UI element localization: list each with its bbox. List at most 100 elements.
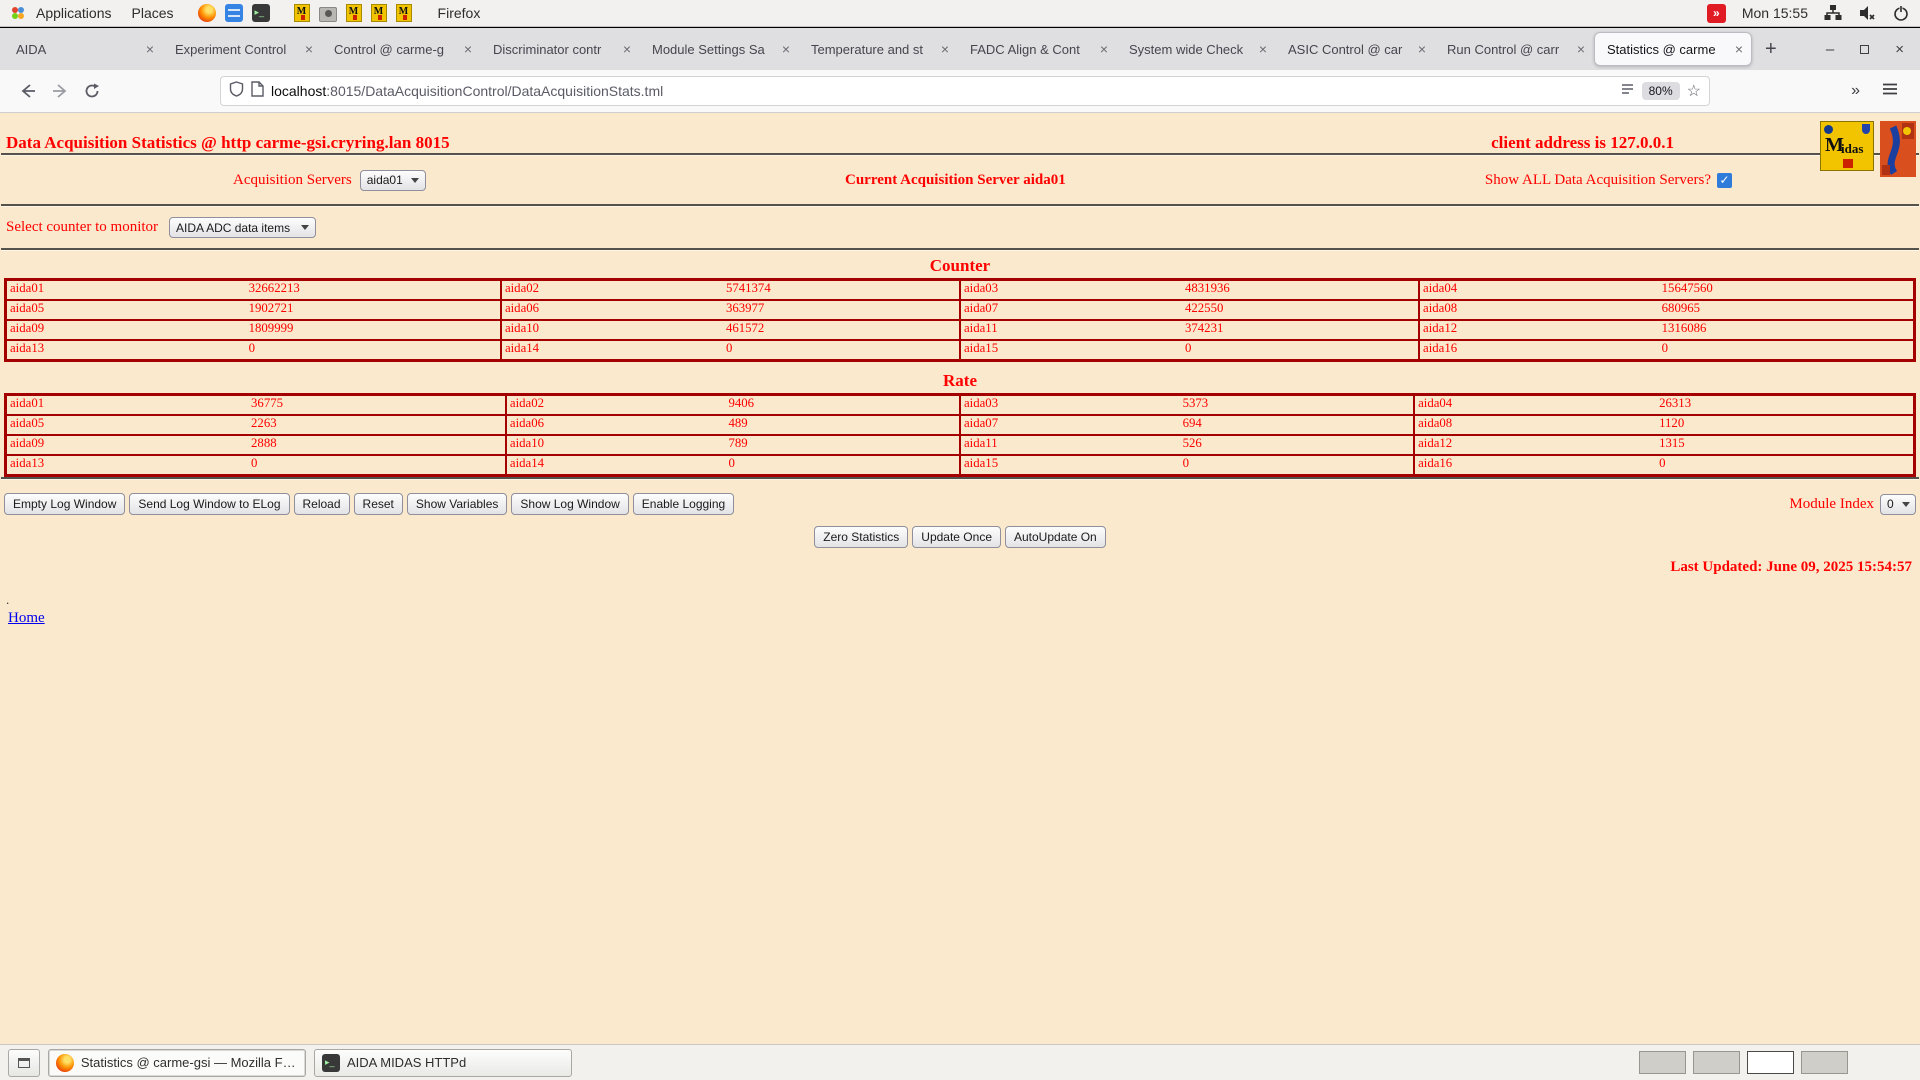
chevron-down-icon (1902, 502, 1910, 507)
url-text[interactable]: localhost:8015/DataAcquisitionControl/Da… (271, 83, 1613, 99)
browser-tab[interactable]: AIDA× (4, 32, 162, 66)
minimize-button[interactable]: – (1826, 41, 1834, 58)
tab-close-icon[interactable]: × (140, 41, 154, 57)
table-row: aida092888aida10789aida11526aida121315 (6, 435, 1915, 455)
rate-table: aida0136775aida029406aida035373aida04263… (4, 393, 1916, 477)
tab-close-icon[interactable]: × (458, 41, 472, 57)
tab-close-icon[interactable]: × (776, 41, 790, 57)
tab-close-icon[interactable]: × (1094, 41, 1108, 57)
browser-tab[interactable]: Statistics @ carme× (1594, 32, 1752, 66)
server-name: aida08 (1423, 301, 1662, 315)
tab-title: Run Control @ carr (1447, 42, 1571, 57)
workspace-4[interactable] (1801, 1051, 1848, 1074)
log-button-group: Empty Log WindowSend Log Window to ELogR… (4, 493, 734, 515)
terminal-icon[interactable]: ▸_ (252, 4, 270, 22)
server-cell: aida10789 (506, 435, 960, 455)
autoupdate-on-button[interactable]: AutoUpdate On (1005, 526, 1106, 548)
reload-button[interactable]: Reload (294, 493, 350, 515)
browser-tab[interactable]: Discriminator contr× (481, 32, 639, 66)
browser-tab[interactable]: ASIC Control @ car× (1276, 32, 1434, 66)
midas-launcher-icon[interactable]: M (396, 4, 412, 22)
site-info-icon[interactable] (251, 81, 264, 102)
server-value: 0 (726, 341, 947, 355)
server-name: aida09 (10, 321, 249, 335)
show-log-window-button[interactable]: Show Log Window (511, 493, 628, 515)
tab-close-icon[interactable]: × (1253, 41, 1267, 57)
maximize-button[interactable] (1860, 45, 1869, 54)
url-bar[interactable]: localhost:8015/DataAcquisitionControl/Da… (220, 76, 1710, 106)
zoom-level-badge[interactable]: 80% (1642, 82, 1680, 100)
midas-launcher-icon[interactable]: M (294, 4, 310, 22)
forward-button[interactable] (44, 75, 76, 107)
places-menu[interactable]: Places (122, 5, 184, 21)
taskbar-window-button[interactable]: ▸_AIDA MIDAS HTTPd (314, 1049, 572, 1077)
zero-statistics-button[interactable]: Zero Statistics (814, 526, 908, 548)
file-manager-icon[interactable] (225, 4, 243, 22)
server-value: 363977 (726, 301, 947, 315)
server-name: aida13 (10, 341, 249, 355)
firefox-launcher-icon[interactable] (198, 4, 216, 22)
tracking-shield-icon[interactable] (229, 81, 244, 102)
tab-list: AIDA×Experiment Control×Control @ carme-… (4, 28, 1753, 70)
show-all-servers-checkbox[interactable]: ✓ (1717, 173, 1732, 188)
back-button[interactable] (12, 75, 44, 107)
window-pane-icon (18, 1058, 30, 1068)
app-menu-icon[interactable] (1882, 82, 1898, 101)
last-updated-text: Last Updated: June 09, 2025 15:54:57 (0, 559, 1912, 576)
server-value: 5373 (1183, 396, 1402, 410)
tab-close-icon[interactable]: × (299, 41, 313, 57)
home-link[interactable]: Home (8, 610, 45, 627)
midas-launcher-icon[interactable]: M (346, 4, 362, 22)
browser-tab[interactable]: Run Control @ carr× (1435, 32, 1593, 66)
enable-logging-button[interactable]: Enable Logging (633, 493, 734, 515)
browser-tab[interactable]: FADC Align & Cont× (958, 32, 1116, 66)
midas-launcher-icon[interactable]: M (371, 4, 387, 22)
acquisition-server-select[interactable]: aida01 (360, 170, 426, 191)
overflow-chevrons-icon[interactable]: » (1851, 82, 1860, 100)
tab-close-icon[interactable]: × (935, 41, 949, 57)
send-log-window-to-elog-button[interactable]: Send Log Window to ELog (129, 493, 289, 515)
show-variables-button[interactable]: Show Variables (407, 493, 508, 515)
new-tab-button[interactable]: + (1753, 38, 1789, 61)
power-icon[interactable] (1892, 4, 1910, 22)
clock[interactable]: Mon 15:55 (1742, 5, 1808, 21)
show-desktop-button[interactable] (8, 1049, 40, 1077)
network-icon[interactable] (1824, 4, 1842, 22)
tab-title: FADC Align & Cont (970, 42, 1094, 57)
volume-muted-icon[interactable] (1858, 4, 1876, 22)
server-cell: aida091809999 (6, 320, 501, 340)
browser-tab[interactable]: Control @ carme-g× (322, 32, 480, 66)
browser-tab[interactable]: System wide Check× (1117, 32, 1275, 66)
reader-mode-icon[interactable] (1620, 82, 1635, 101)
close-window-button[interactable]: × (1895, 41, 1904, 58)
browser-tab[interactable]: Experiment Control× (163, 32, 321, 66)
firefox-tab-strip: AIDA×Experiment Control×Control @ carme-… (0, 28, 1920, 70)
applications-menu[interactable]: Applications (26, 5, 122, 21)
browser-tab[interactable]: Module Settings Sa× (640, 32, 798, 66)
workspace-3-active[interactable] (1747, 1051, 1794, 1074)
update-once-button[interactable]: Update Once (912, 526, 1001, 548)
reset-button[interactable]: Reset (354, 493, 403, 515)
empty-log-window-button[interactable]: Empty Log Window (4, 493, 125, 515)
action-button-group: Zero StatisticsUpdate OnceAutoUpdate On (0, 526, 1920, 548)
tab-title: Temperature and st (811, 42, 935, 57)
tab-close-icon[interactable]: × (617, 41, 631, 57)
firefox-appmenu[interactable]: Firefox (428, 5, 491, 21)
server-value: 680965 (1662, 301, 1901, 315)
server-name: aida03 (964, 396, 1183, 410)
counter-monitor-select[interactable]: AIDA ADC data items (169, 217, 316, 238)
bookmark-star-icon[interactable]: ☆ (1687, 81, 1701, 101)
screenshot-tool-icon[interactable] (319, 7, 337, 22)
taskbar-window-button[interactable]: Statistics @ carme-gsi — Mozilla Fir... (48, 1049, 306, 1077)
tab-close-icon[interactable]: × (1412, 41, 1426, 57)
reload-button[interactable] (76, 75, 108, 107)
tab-close-icon[interactable]: × (1729, 41, 1743, 57)
workspace-1[interactable] (1639, 1051, 1686, 1074)
rate-heading: Rate (0, 371, 1920, 391)
table-row: aida0132662213aida025741374aida034831936… (6, 280, 1915, 301)
browser-tab[interactable]: Temperature and st× (799, 32, 957, 66)
notification-badge-icon[interactable]: » (1707, 4, 1726, 23)
workspace-2[interactable] (1693, 1051, 1740, 1074)
module-index-select[interactable]: 0 (1880, 494, 1916, 515)
tab-close-icon[interactable]: × (1571, 41, 1585, 57)
